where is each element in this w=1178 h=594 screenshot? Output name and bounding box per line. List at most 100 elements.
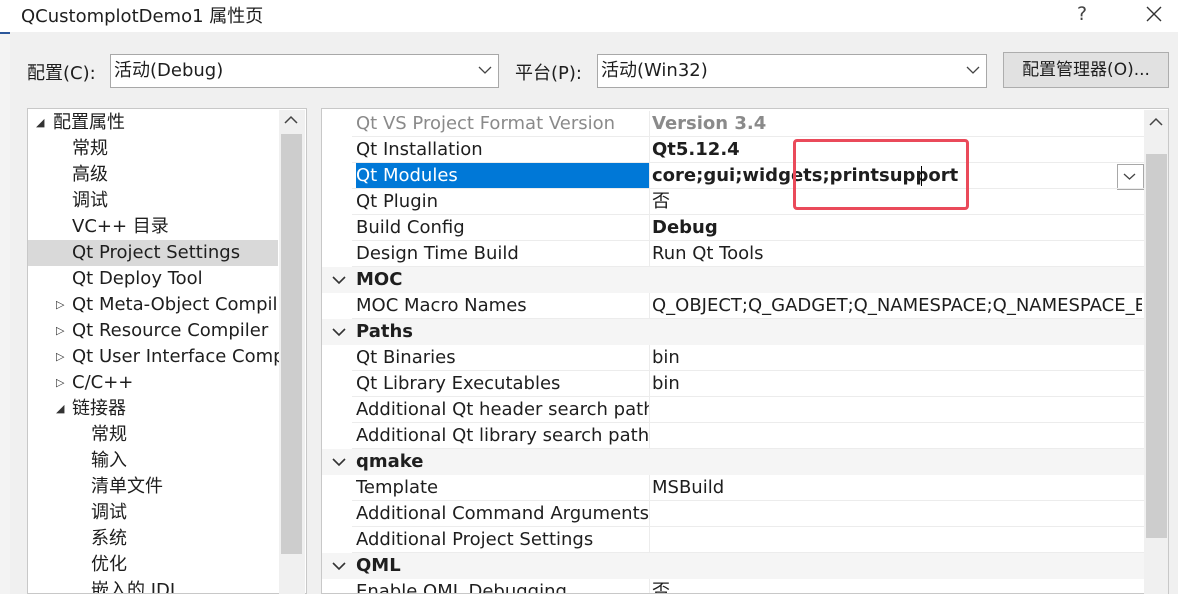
property-name: Qt Installation [356, 139, 483, 160]
category-header-qmake[interactable]: qmake [322, 449, 1144, 475]
property-value [652, 501, 1142, 527]
tree-item[interactable]: 常规 [28, 422, 278, 448]
property-row[interactable]: Enable QML Debugging 否 [322, 579, 1144, 594]
property-row[interactable]: MOC Macro Names Q_OBJECT;Q_GADGET;Q_NAME… [322, 293, 1144, 319]
platform-select-value: 活动(Win32) [601, 60, 708, 81]
property-name: Template [356, 477, 439, 498]
property-name: Enable QML Debugging [356, 581, 567, 594]
tree-scrollbar-thumb[interactable] [281, 134, 302, 554]
property-name: Qt VS Project Format Version [356, 113, 616, 134]
tree-item[interactable]: 常规 [28, 136, 278, 162]
property-name: Additional Command Arguments [356, 503, 650, 524]
tree-item[interactable]: 系统 [28, 526, 278, 552]
property-name: Qt Library Executables [356, 373, 561, 394]
property-grid: Qt VS Project Format Version Version 3.4… [321, 108, 1169, 594]
property-row[interactable]: Qt VS Project Format Version Version 3.4 [322, 111, 1144, 137]
scroll-up-icon[interactable] [283, 114, 299, 126]
property-row[interactable]: Design Time Build Run Qt Tools [322, 241, 1144, 267]
category-header-paths[interactable]: Paths [322, 319, 1144, 345]
collapse-triangle-icon: ◢ [56, 402, 65, 415]
tree-item[interactable]: 嵌入的 IDL [28, 578, 278, 593]
tree-item[interactable]: Qt Deploy Tool [28, 266, 278, 292]
background-window-edge [0, 0, 10, 594]
property-value: bin [652, 347, 680, 368]
window-title: QCustomplotDemo1 属性页 [21, 6, 264, 27]
close-icon [1146, 6, 1162, 22]
property-value: Debug [652, 217, 718, 238]
property-value [652, 423, 1142, 449]
property-name: Additional Qt library search paths [356, 425, 650, 446]
property-row[interactable]: Additional Qt library search paths [322, 423, 1144, 449]
property-name: Qt Plugin [356, 191, 439, 212]
tree-item[interactable]: 清单文件 [28, 474, 278, 500]
property-value: Run Qt Tools [652, 243, 764, 264]
grid-scrollbar-thumb[interactable] [1146, 154, 1167, 538]
chevron-down-icon [332, 328, 346, 337]
tree-item[interactable]: ▷ Qt User Interface Compi [28, 344, 290, 370]
category-header-moc[interactable]: MOC [322, 267, 1144, 293]
property-row[interactable]: Template MSBuild [322, 475, 1144, 501]
property-name: Additional Qt header search paths [356, 399, 650, 420]
scroll-up-icon[interactable] [1148, 116, 1164, 128]
property-name: Qt Modules [356, 163, 650, 189]
qt-modules-dropdown[interactable] [1117, 164, 1144, 190]
config-select-value: 活动(Debug) [114, 60, 224, 81]
category-title: QML [356, 555, 401, 576]
property-value: bin [652, 373, 680, 394]
expand-triangle-icon: ▷ [56, 324, 65, 337]
tree-item[interactable]: ◢ 链接器 [28, 396, 278, 422]
platform-select[interactable]: 活动(Win32) [597, 54, 987, 88]
tree-item[interactable]: ▷ Qt Resource Compiler [28, 318, 278, 344]
category-header-qml[interactable]: QML [322, 553, 1144, 579]
expand-triangle-icon: ▷ [56, 376, 65, 389]
tree-item-selected[interactable]: Qt Project Settings [28, 240, 278, 266]
property-value: Q_OBJECT;Q_GADGET;Q_NAMESPACE;Q_NAMESPAC… [652, 295, 1142, 316]
property-row[interactable]: Qt Binaries bin [322, 345, 1144, 371]
tree-item[interactable]: ▷ Qt Meta-Object Compil [28, 292, 278, 318]
tree-item[interactable]: VC++ 目录 [28, 214, 278, 240]
property-row[interactable]: Qt Plugin 否 [322, 189, 1144, 215]
property-row[interactable]: Qt Library Executables bin [322, 371, 1144, 397]
category-title: qmake [356, 451, 424, 472]
chevron-down-icon [332, 458, 346, 467]
platform-label: 平台(P): [515, 63, 582, 84]
tree-item[interactable]: 输入 [28, 448, 278, 474]
tree-item[interactable]: 高级 [28, 162, 278, 188]
chevron-down-icon [332, 276, 346, 285]
config-label: 配置(C): [27, 63, 96, 84]
property-row[interactable]: Additional Command Arguments [322, 501, 1144, 527]
property-value [652, 397, 1142, 423]
chevron-down-icon [1123, 173, 1136, 180]
tree-item[interactable]: 调试 [28, 500, 278, 526]
help-button[interactable]: ? [1060, 0, 1104, 30]
config-select[interactable]: 活动(Debug) [110, 54, 499, 88]
tree-item[interactable]: ▷ C/C++ [28, 370, 278, 396]
help-icon: ? [1076, 3, 1088, 25]
property-row[interactable]: Qt Installation Qt5.12.4 [322, 137, 1144, 163]
property-name: MOC Macro Names [356, 295, 527, 316]
expand-triangle-icon: ▷ [56, 298, 65, 311]
property-name: Design Time Build [356, 243, 519, 264]
tree-item-root[interactable]: ◢ 配置属性 [28, 110, 278, 136]
config-manager-button[interactable]: 配置管理器(O)... [1003, 52, 1169, 88]
collapse-triangle-icon: ◢ [36, 116, 45, 129]
settings-tree: ◢ 配置属性 常规 高级 调试 VC++ 目录 Qt Project Setti… [27, 108, 307, 594]
property-name: Qt Binaries [356, 347, 456, 368]
chevron-down-icon [966, 66, 980, 74]
annotation-highlight-box [793, 139, 969, 210]
tree-item[interactable]: 优化 [28, 552, 278, 578]
property-row-selected[interactable]: Qt Modules core;gui;widgets;printsupport [322, 163, 1144, 190]
category-title: MOC [356, 269, 403, 290]
property-row[interactable]: Additional Qt header search paths [322, 397, 1144, 423]
property-row[interactable]: Build Config Debug [322, 215, 1144, 241]
property-value [652, 527, 1142, 553]
chevron-down-icon [478, 66, 492, 74]
property-value: Version 3.4 [652, 113, 767, 134]
chevron-down-icon [332, 562, 346, 571]
property-name: Additional Project Settings [356, 529, 594, 550]
tree-item[interactable]: 调试 [28, 188, 278, 214]
property-value: MSBuild [652, 477, 725, 498]
close-button[interactable] [1132, 0, 1176, 30]
category-title: Paths [356, 321, 413, 342]
property-row[interactable]: Additional Project Settings [322, 527, 1144, 553]
